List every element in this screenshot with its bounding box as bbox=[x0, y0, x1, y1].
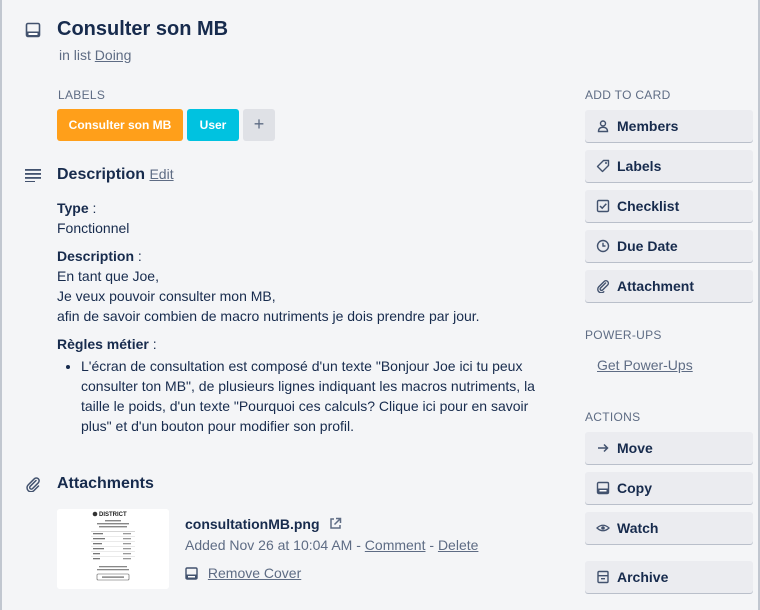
checkbox-icon bbox=[596, 199, 610, 213]
attachment-label: Attachment bbox=[617, 278, 695, 294]
members-button[interactable]: Members bbox=[585, 110, 753, 142]
eye-icon bbox=[596, 521, 610, 535]
rules-label: Règles métier bbox=[57, 336, 149, 352]
desc-line: En tant que Joe, bbox=[57, 268, 159, 284]
archive-icon bbox=[596, 570, 610, 584]
attachment-name[interactable]: consultationMB.png bbox=[185, 516, 342, 532]
copy-label: Copy bbox=[617, 480, 652, 496]
label-user[interactable]: User bbox=[187, 109, 239, 141]
rules-block: Règles métier : bbox=[57, 336, 157, 352]
attachment-filename[interactable]: consultationMB.png bbox=[185, 516, 320, 532]
description-icon bbox=[25, 168, 41, 182]
list-link[interactable]: Doing bbox=[95, 47, 132, 63]
checklist-button[interactable]: Checklist bbox=[585, 190, 753, 222]
members-label: Members bbox=[617, 118, 679, 134]
paperclip-icon bbox=[596, 279, 610, 294]
in-list-prefix: in list bbox=[59, 47, 91, 63]
remove-cover-label[interactable]: Remove Cover bbox=[208, 565, 301, 581]
labels-label: Labels bbox=[617, 158, 662, 174]
rules-item: L'écran de consultation est composé d'un… bbox=[81, 356, 557, 436]
remove-cover-button[interactable]: Remove Cover bbox=[185, 565, 301, 581]
add-label-button[interactable]: + bbox=[243, 109, 275, 141]
edit-description-link[interactable]: Edit bbox=[149, 166, 173, 182]
desc-line: Je veux pouvoir consulter mon MB, bbox=[57, 288, 276, 304]
attachments-heading: Attachments bbox=[57, 475, 154, 492]
watch-button[interactable]: Watch bbox=[585, 512, 753, 544]
due-date-button[interactable]: Due Date bbox=[585, 230, 753, 262]
card-icon bbox=[25, 22, 41, 38]
attachment-meta: Added Nov 26 at 10:04 AM - Comment - Del… bbox=[185, 537, 478, 553]
delete-link[interactable]: Delete bbox=[438, 537, 478, 553]
clock-icon bbox=[596, 239, 610, 253]
attachment-thumbnail[interactable]: DISTRICT bbox=[57, 509, 169, 589]
watch-label: Watch bbox=[617, 520, 659, 536]
get-powerups-link[interactable]: Get Power-Ups bbox=[597, 357, 693, 373]
archive-label: Archive bbox=[617, 569, 669, 585]
type-block: Type : Fonctionnel bbox=[57, 200, 130, 236]
arrow-right-icon bbox=[596, 441, 610, 455]
type-label: Type bbox=[57, 200, 89, 216]
description-heading: Description bbox=[57, 166, 146, 183]
move-button[interactable]: Move bbox=[585, 432, 753, 464]
powerups-heading: POWER-UPS bbox=[585, 328, 662, 342]
thumbnail-logo: DISTRICT bbox=[99, 512, 127, 518]
card-title[interactable]: Consulter son MB bbox=[57, 18, 228, 41]
meta-separator: - bbox=[429, 537, 435, 553]
desc-line: afin de savoir combien de macro nutrimen… bbox=[57, 308, 480, 324]
card-icon bbox=[596, 481, 610, 495]
copy-button[interactable]: Copy bbox=[585, 472, 753, 504]
actions-heading: ACTIONS bbox=[585, 410, 641, 424]
archive-button[interactable]: Archive bbox=[585, 561, 753, 593]
description-header: Description Edit bbox=[57, 166, 174, 184]
attachment-added-date: Added Nov 26 at 10:04 AM bbox=[185, 537, 353, 553]
desc-block: Description : En tant que Joe, Je veux p… bbox=[57, 248, 480, 324]
paperclip-icon bbox=[25, 476, 41, 492]
attachment-button[interactable]: Attachment bbox=[585, 270, 753, 302]
external-link-icon[interactable] bbox=[329, 517, 342, 530]
window-edge-left bbox=[0, 0, 2, 610]
desc-label: Description bbox=[57, 248, 135, 264]
rules-list: L'écran de consultation est composé d'un… bbox=[57, 356, 557, 436]
person-icon bbox=[596, 119, 610, 133]
labels-button[interactable]: Labels bbox=[585, 150, 753, 182]
meta-separator: - bbox=[356, 537, 361, 553]
description-body[interactable]: Type : Fonctionnel Description : En tant… bbox=[57, 198, 557, 436]
move-label: Move bbox=[617, 440, 653, 456]
list-location: in list Doing bbox=[59, 47, 131, 63]
add-to-card-heading: ADD TO CARD bbox=[585, 88, 671, 102]
cover-icon bbox=[185, 567, 198, 580]
labels-heading: LABELS bbox=[58, 88, 106, 102]
label-consulter-son-mb[interactable]: Consulter son MB bbox=[57, 109, 183, 141]
comment-link[interactable]: Comment bbox=[365, 537, 426, 553]
checklist-label: Checklist bbox=[617, 198, 680, 214]
due-date-label: Due Date bbox=[617, 238, 678, 254]
type-value: Fonctionnel bbox=[57, 220, 130, 236]
tag-icon bbox=[596, 159, 610, 173]
